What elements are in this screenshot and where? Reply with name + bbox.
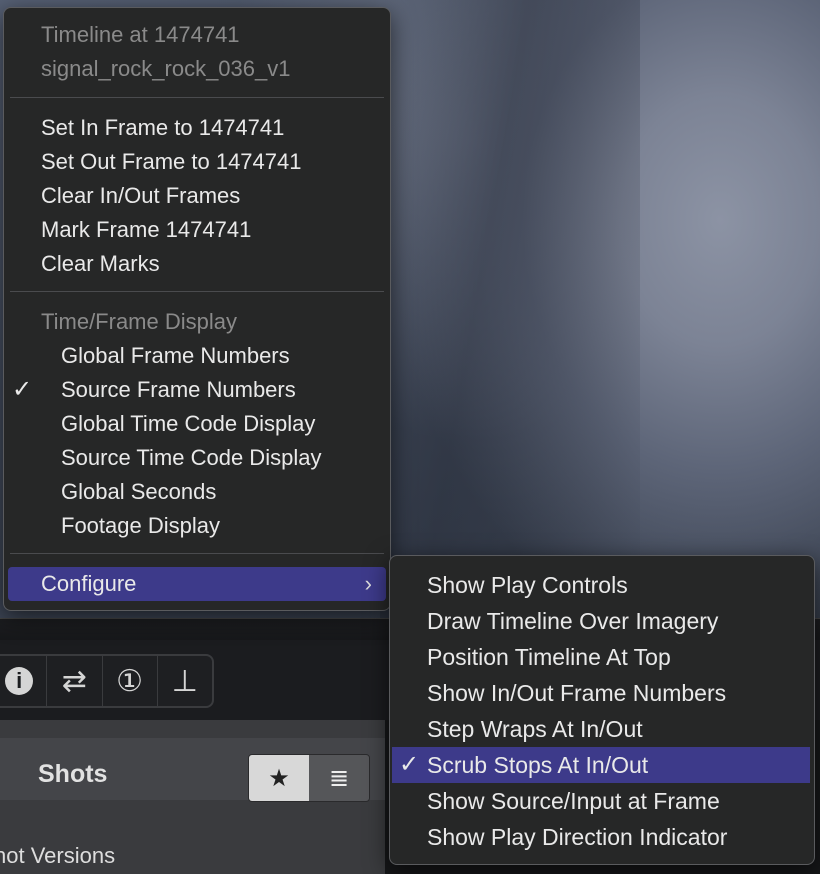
menu-header-timeline: Timeline at 1474741 bbox=[41, 22, 240, 47]
menu-separator bbox=[10, 291, 384, 292]
menu-separator bbox=[10, 97, 384, 98]
list-icon[interactable]: ≣ bbox=[309, 755, 369, 801]
set-out-frame-item[interactable]: Set Out Frame to 1474741 bbox=[4, 145, 390, 179]
show-play-direction-indicator-item[interactable]: Show Play Direction Indicator bbox=[390, 819, 814, 855]
source-time-code-item[interactable]: Source Time Code Display bbox=[4, 441, 390, 475]
menu-header-clip: signal_rock_rock_036_v1 bbox=[41, 56, 291, 81]
clear-in-out-item[interactable]: Clear In/Out Frames bbox=[4, 179, 390, 213]
show-in-out-frame-numbers-item[interactable]: Show In/Out Frame Numbers bbox=[390, 675, 814, 711]
global-time-code-item[interactable]: Global Time Code Display bbox=[4, 407, 390, 441]
info-icon[interactable]: i bbox=[0, 656, 48, 706]
star-icon[interactable]: ★ bbox=[249, 755, 309, 801]
checkmark-icon: ✓ bbox=[399, 751, 420, 778]
swap-glyph: ⇄ bbox=[61, 664, 87, 698]
clear-marks-item[interactable]: Clear Marks bbox=[4, 247, 390, 281]
shots-title: Shots bbox=[38, 760, 108, 788]
out-frame-glyph: ⊥ bbox=[171, 664, 198, 698]
configure-item[interactable]: Configure › bbox=[8, 567, 386, 601]
configure-submenu: Show Play Controls Draw Timeline Over Im… bbox=[389, 555, 815, 865]
draw-timeline-over-imagery-item[interactable]: Draw Timeline Over Imagery bbox=[390, 603, 814, 639]
step-wraps-at-in-out-item[interactable]: Step Wraps At In/Out bbox=[390, 711, 814, 747]
viewer-shading bbox=[380, 0, 640, 640]
info-glyph: i bbox=[5, 667, 34, 695]
set-in-frame-item[interactable]: Set In Frame to 1474741 bbox=[4, 111, 390, 145]
show-source-input-at-frame-item[interactable]: Show Source/Input at Frame bbox=[390, 783, 814, 819]
timeline-context-menu: Timeline at 1474741 signal_rock_rock_036… bbox=[3, 7, 391, 611]
global-frame-numbers-item[interactable]: Global Frame Numbers bbox=[4, 339, 390, 373]
global-seconds-item[interactable]: Global Seconds bbox=[4, 475, 390, 509]
time-frame-display-heading: Time/Frame Display bbox=[41, 309, 237, 334]
in-frame-glyph: ① bbox=[116, 664, 144, 698]
menu-separator bbox=[10, 553, 384, 554]
footage-display-item[interactable]: Footage Display bbox=[4, 509, 390, 543]
versions-label: not Versions bbox=[0, 843, 116, 868]
scrub-stops-at-in-out-item[interactable]: ✓ Scrub Stops At In/Out bbox=[392, 747, 810, 783]
show-play-controls-item[interactable]: Show Play Controls bbox=[390, 567, 814, 603]
shots-panel: Shots ★ ≣ not Versions bbox=[0, 720, 385, 874]
chevron-right-icon: › bbox=[364, 571, 372, 596]
mark-frame-item[interactable]: Mark Frame 1474741 bbox=[4, 213, 390, 247]
out-frame-icon[interactable]: ⊥ bbox=[158, 656, 212, 706]
source-frame-numbers-item[interactable]: ✓ Source Frame Numbers bbox=[4, 373, 390, 407]
in-frame-icon[interactable]: ① bbox=[103, 656, 158, 706]
view-mode-toggle[interactable]: ★ ≣ bbox=[248, 754, 370, 802]
checkmark-icon: ✓ bbox=[12, 376, 33, 403]
toolbar-button-group: i ⇄ ① ⊥ bbox=[0, 654, 214, 708]
swap-arrows-icon[interactable]: ⇄ bbox=[47, 656, 103, 706]
position-timeline-at-top-item[interactable]: Position Timeline At Top bbox=[390, 639, 814, 675]
